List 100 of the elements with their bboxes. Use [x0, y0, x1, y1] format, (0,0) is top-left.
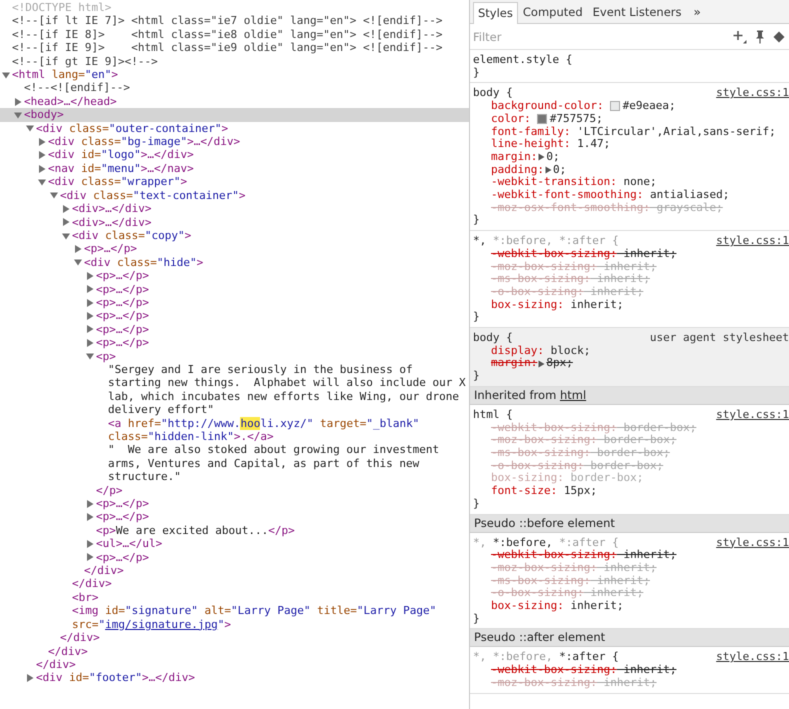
- dom-tree-row[interactable]: <a href="http://www.hooli.xyz/" target="_blank" class="hidden-link">.</a>: [0, 416, 469, 444]
- dom-tree-row[interactable]: <p>…</p>: [0, 242, 469, 256]
- diamond-icon[interactable]: [773, 30, 785, 42]
- disclosure-triangle-icon[interactable]: [86, 513, 94, 522]
- property-value[interactable]: inherit;: [564, 600, 624, 613]
- disclosure-triangle-icon[interactable]: [62, 204, 70, 213]
- disclosure-triangle-icon[interactable]: [2, 70, 10, 79]
- property-name[interactable]: line-height:: [491, 138, 570, 151]
- disclosure-triangle-icon[interactable]: [74, 258, 82, 266]
- expand-triangle-icon[interactable]: [538, 153, 546, 162]
- source-link[interactable]: style.css:1: [716, 408, 789, 422]
- dom-tree-row[interactable]: <p>…</p>: [0, 497, 469, 510]
- disclosure-triangle-icon[interactable]: [86, 272, 94, 280]
- more-tabs-button[interactable]: »: [686, 2, 708, 23]
- property-name[interactable]: margin:: [491, 357, 538, 370]
- source-link[interactable]: style.css:1: [716, 536, 789, 550]
- dom-tree-row[interactable]: " We are also stoked about growing our investment arms, Ventures and Capital, as part of this new structure.": [0, 443, 469, 484]
- dom-tree-row[interactable]: <p>…</p>: [0, 510, 469, 524]
- property-value[interactable]: block;: [544, 344, 590, 358]
- disclosure-triangle-icon[interactable]: [50, 191, 58, 200]
- dom-tree-row[interactable]: <p>…</p>: [0, 322, 469, 336]
- property-value[interactable]: inherit;: [616, 549, 676, 562]
- dom-tree-row[interactable]: <p>…</p>: [0, 282, 469, 296]
- source-link[interactable]: style.css:1: [716, 651, 789, 664]
- disclosure-triangle-icon[interactable]: [38, 151, 46, 160]
- disclosure-triangle-icon[interactable]: [38, 178, 46, 186]
- dom-tree-row[interactable]: <div>…</div>: [0, 216, 469, 229]
- dom-tree-row[interactable]: <!--<![endif]-->: [0, 81, 469, 95]
- expand-triangle-icon[interactable]: [538, 360, 546, 368]
- dom-tree-row[interactable]: <img id="signature" alt="Larry Page" title="Larry Page" src="img/signature.jpg">: [0, 604, 469, 632]
- property-value[interactable]: #e9eaea;: [622, 100, 676, 113]
- dom-tree-row[interactable]: <div>…</div>: [0, 202, 469, 216]
- dom-tree-row[interactable]: <div class="hide">: [0, 256, 469, 270]
- property-name[interactable]: padding:: [491, 164, 544, 176]
- color-swatch-icon[interactable]: [610, 101, 620, 112]
- disclosure-triangle-icon[interactable]: [26, 674, 34, 682]
- dom-tree-row[interactable]: <div class="copy">: [0, 228, 469, 242]
- disclosure-triangle-icon[interactable]: [86, 285, 94, 294]
- dom-tree-row[interactable]: <p>…</p>: [0, 550, 469, 564]
- property-name[interactable]: -webkit-box-sizing:: [491, 549, 617, 562]
- property-name[interactable]: font-size:: [491, 485, 558, 498]
- disclosure-triangle-icon[interactable]: [86, 298, 94, 307]
- property-name[interactable]: margin:: [491, 150, 538, 164]
- dom-tree-row[interactable]: <br>: [0, 590, 469, 604]
- property-name[interactable]: display:: [491, 344, 544, 358]
- property-name[interactable]: background-color:: [491, 100, 604, 113]
- new-rule-plus-icon[interactable]: [733, 30, 747, 44]
- property-value[interactable]: #757575;: [550, 112, 603, 126]
- source-link[interactable]: style.css:1: [716, 87, 789, 100]
- panel-tab[interactable]: Styles: [473, 2, 518, 24]
- disclosure-triangle-icon[interactable]: [62, 232, 70, 240]
- disclosure-triangle-icon[interactable]: [86, 352, 94, 360]
- disclosure-triangle-icon[interactable]: [38, 164, 46, 173]
- dom-tree-row[interactable]: <p>…</p>: [0, 336, 469, 350]
- element-link[interactable]: html: [560, 388, 586, 402]
- dom-tree-row[interactable]: <p>…</p>: [0, 269, 469, 283]
- property-name[interactable]: -webkit-box-sizing:: [491, 248, 617, 261]
- disclosure-triangle-icon[interactable]: [38, 138, 46, 146]
- dom-tree-row[interactable]: <p>…</p>: [0, 309, 469, 323]
- disclosure-triangle-icon[interactable]: [86, 540, 94, 548]
- property-value[interactable]: 8px;: [546, 357, 573, 370]
- property-value[interactable]: 15px;: [557, 485, 597, 498]
- disclosure-triangle-icon[interactable]: [14, 110, 22, 119]
- property-value[interactable]: none;: [616, 176, 657, 190]
- dom-tree-row[interactable]: <ul>…</ul>: [0, 537, 469, 551]
- dom-tree-row[interactable]: <p>…</p>: [0, 296, 469, 310]
- property-value[interactable]: antialiased;: [643, 189, 730, 202]
- pin-icon[interactable]: [755, 30, 765, 44]
- disclosure-triangle-icon[interactable]: [62, 218, 70, 226]
- filter-field[interactable]: Filter: [473, 28, 725, 46]
- disclosure-triangle-icon[interactable]: [86, 312, 94, 320]
- property-name[interactable]: -webkit-transition:: [491, 176, 617, 190]
- dom-tree-row[interactable]: <!--[if gt IE 9]><!-->: [0, 54, 469, 68]
- property-name[interactable]: -webkit-font-smoothing:: [491, 189, 644, 202]
- property-name[interactable]: color:: [491, 112, 531, 126]
- property-value[interactable]: inherit;: [564, 298, 624, 312]
- property-name[interactable]: box-sizing:: [491, 600, 564, 613]
- dom-tree-row[interactable]: "Sergey and I are seriously in the business of starting new things. Alphabet will also include our X lab, which incubates new efforts like Wing, our drone delivery effort": [0, 362, 469, 417]
- disclosure-triangle-icon[interactable]: [86, 500, 94, 508]
- property-value[interactable]: 0;: [552, 164, 566, 176]
- property-name[interactable]: font-family:: [491, 126, 570, 138]
- dom-tree-row[interactable]: </div>: [0, 577, 469, 591]
- disclosure-triangle-icon[interactable]: [86, 553, 94, 562]
- expand-triangle-icon[interactable]: [544, 166, 552, 174]
- disclosure-triangle-icon[interactable]: [26, 124, 34, 132]
- disclosure-triangle-icon[interactable]: [86, 325, 94, 334]
- property-name[interactable]: -webkit-box-sizing:: [491, 664, 617, 677]
- property-value[interactable]: inherit;: [616, 248, 676, 261]
- dom-tree-row[interactable]: <p>: [0, 350, 469, 363]
- disclosure-triangle-icon[interactable]: [86, 338, 94, 347]
- dom-tree-row[interactable]: <p>We are excited about...</p>: [0, 524, 469, 538]
- disclosure-triangle-icon[interactable]: [14, 98, 22, 106]
- panel-tab[interactable]: Event Listeners: [588, 1, 687, 23]
- property-value[interactable]: inherit;: [616, 664, 676, 677]
- disclosure-triangle-icon[interactable]: [74, 245, 82, 253]
- property-value[interactable]: 0;: [546, 150, 560, 164]
- panel-tab[interactable]: Computed: [518, 1, 588, 23]
- property-value[interactable]: 1.47;: [570, 138, 610, 151]
- dom-tree-row[interactable]: </p>: [0, 484, 469, 498]
- property-name[interactable]: box-sizing:: [491, 298, 564, 312]
